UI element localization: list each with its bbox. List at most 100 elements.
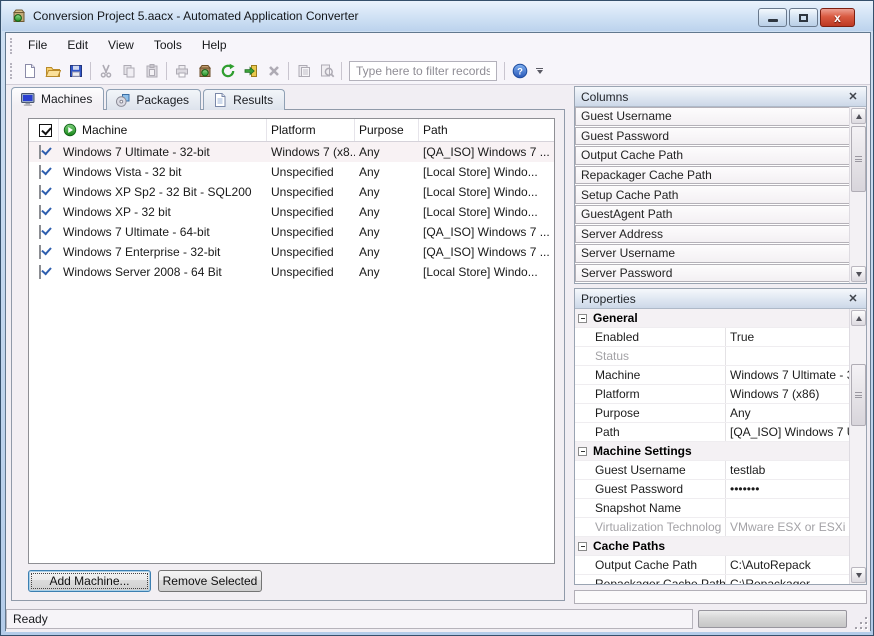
scroll-up-button[interactable] bbox=[851, 310, 866, 326]
column-item[interactable]: Server Address bbox=[575, 225, 850, 244]
property-value[interactable]: ••••••• bbox=[725, 480, 849, 498]
refresh-icon bbox=[220, 63, 236, 79]
menu-file[interactable]: File bbox=[18, 33, 57, 58]
scroll-down-button[interactable] bbox=[851, 567, 866, 583]
new-document-button[interactable] bbox=[18, 60, 41, 82]
column-item[interactable]: GuestAgent Path bbox=[575, 205, 850, 224]
add-machine-button[interactable]: Add Machine... bbox=[28, 570, 151, 592]
preview-button[interactable] bbox=[315, 60, 338, 82]
property-row[interactable]: Snapshot Name bbox=[575, 499, 849, 518]
column-item[interactable]: Server Password bbox=[575, 264, 850, 283]
tab-results[interactable]: Results bbox=[203, 89, 285, 110]
table-row[interactable]: Windows 7 Ultimate - 32-bit Windows 7 (x… bbox=[29, 142, 554, 162]
package-button[interactable] bbox=[193, 60, 216, 82]
property-row[interactable]: Guest Username testlab bbox=[575, 461, 849, 480]
property-value[interactable]: C:\AutoRepack bbox=[725, 556, 849, 574]
column-item[interactable]: Server Username bbox=[575, 244, 850, 263]
open-button[interactable] bbox=[41, 60, 64, 82]
cut-button[interactable] bbox=[94, 60, 117, 82]
close-button[interactable]: x bbox=[820, 8, 855, 27]
property-value[interactable]: testlab bbox=[725, 461, 849, 479]
property-group-row[interactable]: Machine Settings bbox=[575, 442, 849, 461]
scrollbar-thumb[interactable] bbox=[851, 364, 866, 426]
table-row[interactable]: Windows XP - 32 bit Unspecified Any [Loc… bbox=[29, 202, 554, 222]
help-button[interactable]: ? bbox=[508, 60, 531, 82]
property-value[interactable]: Any bbox=[725, 404, 849, 422]
resize-grip-icon[interactable] bbox=[855, 617, 867, 629]
collapse-icon[interactable] bbox=[578, 314, 587, 323]
filter-input[interactable] bbox=[349, 61, 497, 81]
row-checkbox[interactable] bbox=[39, 245, 41, 259]
table-row[interactable]: Windows Vista - 32 bit Unspecified Any [… bbox=[29, 162, 554, 182]
menu-tools[interactable]: Tools bbox=[144, 33, 192, 58]
menu-view[interactable]: View bbox=[98, 33, 144, 58]
column-item[interactable]: Setup Cache Path bbox=[575, 185, 850, 204]
columns-scrollbar[interactable] bbox=[849, 107, 866, 283]
tab-machines[interactable]: Machines bbox=[11, 87, 104, 110]
property-group-row[interactable]: General bbox=[575, 309, 849, 328]
table-row[interactable]: Windows XP Sp2 - 32 Bit - SQL200 Unspeci… bbox=[29, 182, 554, 202]
property-row[interactable]: Status bbox=[575, 347, 849, 366]
collapse-icon[interactable] bbox=[578, 447, 587, 456]
row-checkbox[interactable] bbox=[39, 165, 41, 179]
property-value[interactable]: Windows 7 (x86) bbox=[725, 385, 849, 403]
row-checkbox[interactable] bbox=[39, 225, 41, 239]
column-item[interactable]: Guest Username bbox=[575, 107, 850, 126]
maximize-button[interactable] bbox=[789, 8, 818, 27]
save-button[interactable] bbox=[64, 60, 87, 82]
row-checkbox[interactable] bbox=[39, 145, 41, 159]
close-icon[interactable]: ✕ bbox=[846, 292, 860, 306]
property-value[interactable]: True bbox=[725, 328, 849, 346]
report-button[interactable] bbox=[292, 60, 315, 82]
property-row[interactable]: Output Cache Path C:\AutoRepack bbox=[575, 556, 849, 575]
property-row[interactable]: Platform Windows 7 (x86) bbox=[575, 385, 849, 404]
columns-panel-header[interactable]: Columns ✕ bbox=[575, 87, 866, 107]
tab-packages[interactable]: Packages bbox=[106, 89, 201, 110]
stop-button[interactable] bbox=[262, 60, 285, 82]
run-button[interactable] bbox=[239, 60, 262, 82]
menu-help[interactable]: Help bbox=[192, 33, 237, 58]
properties-panel-header[interactable]: Properties ✕ bbox=[575, 289, 866, 309]
remove-selected-button[interactable]: Remove Selected bbox=[158, 570, 262, 592]
toolbar-grip[interactable] bbox=[10, 63, 13, 79]
table-row[interactable]: Windows 7 Enterprise - 32-bit Unspecifie… bbox=[29, 242, 554, 262]
scrollbar-thumb[interactable] bbox=[851, 126, 866, 192]
paste-button[interactable] bbox=[140, 60, 163, 82]
property-row[interactable]: Guest Password ••••••• bbox=[575, 480, 849, 499]
toolbar-overflow-button[interactable] bbox=[533, 60, 546, 82]
column-item[interactable]: Output Cache Path bbox=[575, 146, 850, 165]
property-row[interactable]: Machine Windows 7 Ultimate - 3 bbox=[575, 366, 849, 385]
property-value[interactable]: Windows 7 Ultimate - 3 bbox=[725, 366, 849, 384]
row-checkbox[interactable] bbox=[39, 265, 41, 279]
property-value[interactable] bbox=[725, 499, 849, 517]
row-checkbox[interactable] bbox=[39, 185, 41, 199]
menu-edit[interactable]: Edit bbox=[57, 33, 98, 58]
row-checkbox[interactable] bbox=[39, 205, 41, 219]
column-item[interactable]: Guest Password bbox=[575, 127, 850, 146]
scroll-down-button[interactable] bbox=[851, 266, 866, 282]
property-row[interactable]: Enabled True bbox=[575, 328, 849, 347]
property-group-row[interactable]: Cache Paths bbox=[575, 537, 849, 556]
property-row[interactable]: Virtualization Technolog VMware ESX or E… bbox=[575, 518, 849, 537]
app-icon[interactable] bbox=[11, 8, 27, 24]
minimize-button[interactable] bbox=[758, 8, 787, 27]
select-all-checkbox[interactable] bbox=[39, 124, 52, 137]
property-row[interactable]: Repackager Cache Path C:\Repackager bbox=[575, 575, 849, 584]
refresh-button[interactable] bbox=[216, 60, 239, 82]
scroll-up-button[interactable] bbox=[851, 108, 866, 124]
properties-scrollbar[interactable] bbox=[849, 309, 866, 584]
property-row[interactable]: Purpose Any bbox=[575, 404, 849, 423]
table-row[interactable]: Windows 7 Ultimate - 64-bit Unspecified … bbox=[29, 222, 554, 242]
copy-button[interactable] bbox=[117, 60, 140, 82]
column-item[interactable]: Repackager Cache Path bbox=[575, 166, 850, 185]
collapse-icon[interactable] bbox=[578, 542, 587, 551]
property-value[interactable]: C:\Repackager bbox=[725, 575, 849, 584]
property-row[interactable]: Path [QA_ISO] Windows 7 Ul bbox=[575, 423, 849, 442]
printer-button[interactable] bbox=[170, 60, 193, 82]
close-icon[interactable]: ✕ bbox=[846, 90, 860, 104]
table-row[interactable]: Windows Server 2008 - 64 Bit Unspecified… bbox=[29, 262, 554, 282]
menu-grip[interactable] bbox=[10, 38, 13, 54]
property-value[interactable]: [QA_ISO] Windows 7 Ul bbox=[725, 423, 849, 441]
table-header[interactable]: Machine Platform Purpose Path bbox=[29, 119, 554, 142]
title-bar[interactable]: Conversion Project 5.aacx - Automated Ap… bbox=[2, 1, 874, 31]
